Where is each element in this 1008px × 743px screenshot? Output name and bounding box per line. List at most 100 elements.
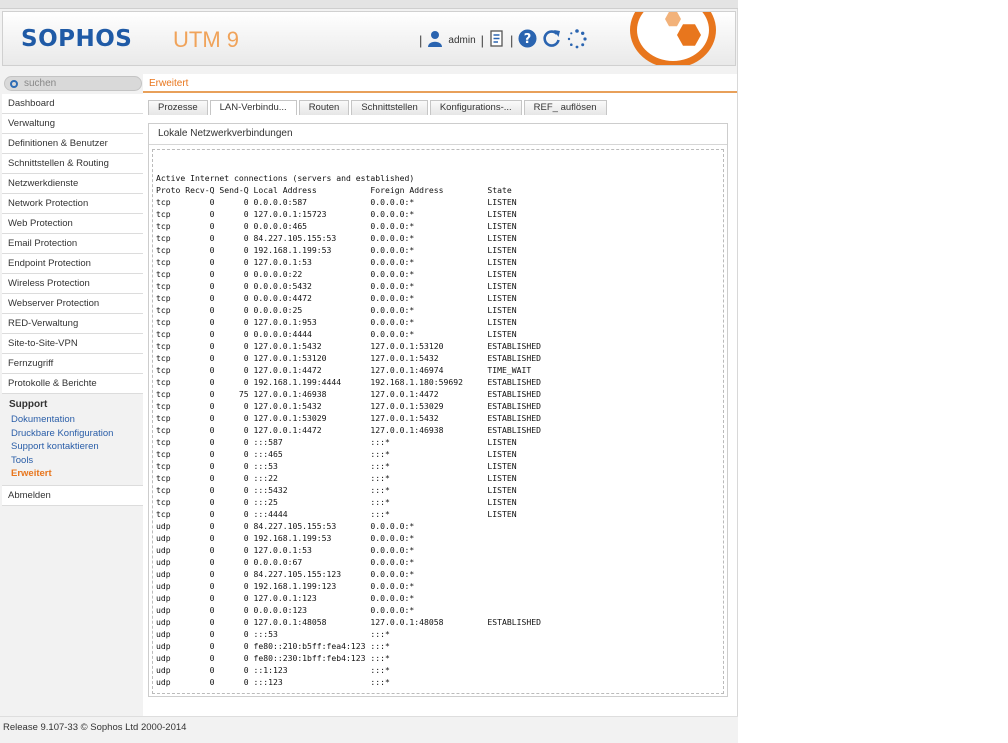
connection-row: udp 0 0 :::53 :::*	[156, 629, 390, 639]
top-strip	[0, 0, 738, 9]
connection-row: tcp 0 0 127.0.0.1:5432 127.0.0.1:53029 E…	[156, 401, 541, 411]
sidebar-subitem-dokumentation[interactable]: Dokumentation	[2, 413, 143, 427]
hexagon-icon	[677, 24, 701, 46]
sidebar-item-email-protection[interactable]: Email Protection	[2, 234, 143, 254]
sidebar: suchen Dashboard Verwaltung Definitionen…	[2, 74, 143, 708]
connection-row: udp 0 0 fe80::230:1bff:feb4:123 :::*	[156, 653, 390, 663]
sidebar-subitem-druckbare-konfiguration[interactable]: Druckbare Konfiguration	[2, 427, 143, 441]
sidebar-subitem-support-kontaktieren[interactable]: Support kontaktieren	[2, 440, 143, 454]
connection-row: udp 0 0 fe80::210:b5ff:fea4:123 :::*	[156, 641, 390, 651]
sidebar-item-webserver-protection[interactable]: Webserver Protection	[2, 294, 143, 314]
sidebar-item-abmelden[interactable]: Abmelden	[2, 485, 143, 506]
connection-row: tcp 0 0 :::4444 :::* LISTEN	[156, 509, 517, 519]
header-tools: | admin | | ?	[419, 28, 588, 52]
sidebar-item-support[interactable]: Support	[2, 398, 143, 411]
connection-row: udp 0 0 127.0.0.1:48058 127.0.0.1:48058 …	[156, 617, 541, 627]
hexagon-icon	[665, 12, 681, 27]
netstat-heading: Active Internet connections (servers and…	[156, 173, 415, 183]
sidebar-item-endpoint-protection[interactable]: Endpoint Protection	[2, 254, 143, 274]
connection-row: tcp 0 0 127.0.0.1:4472 127.0.0.1:46938 E…	[156, 425, 541, 435]
connection-row: tcp 0 0 :::587 :::* LISTEN	[156, 437, 517, 447]
username-label[interactable]: admin	[448, 35, 475, 46]
sidebar-item-protokolle[interactable]: Protokolle & Berichte	[2, 374, 143, 394]
tab-bar: Prozesse LAN-Verbindu... Routen Schnitts…	[148, 100, 607, 115]
sidebar-item-definitionen[interactable]: Definitionen & Benutzer	[2, 134, 143, 154]
connection-row: tcp 0 0 127.0.0.1:15723 0.0.0.0:* LISTEN	[156, 209, 517, 219]
tab-konfigurationsdateien[interactable]: Konfigurations-...	[429, 100, 522, 115]
panel-title: Lokale Netzwerkverbindungen	[149, 124, 727, 145]
connection-row: tcp 0 0 0.0.0.0:4472 0.0.0.0:* LISTEN	[156, 293, 517, 303]
sidebar-item-network-protection[interactable]: Network Protection	[2, 194, 143, 214]
sidebar-subitem-erweitert[interactable]: Erweitert	[2, 467, 143, 481]
connection-row: tcp 0 0 :::25 :::* LISTEN	[156, 497, 517, 507]
netstat-output: Active Internet connections (servers and…	[152, 149, 724, 694]
sidebar-item-wireless-protection[interactable]: Wireless Protection	[2, 274, 143, 294]
search-input[interactable]: suchen	[4, 76, 142, 91]
connection-row: udp 0 0 0.0.0.0:67 0.0.0.0:*	[156, 557, 415, 567]
sidebar-subitem-tools[interactable]: Tools	[2, 454, 143, 468]
connections-panel: Lokale Netzwerkverbindungen Active Inter…	[148, 123, 728, 697]
search-icon	[10, 79, 18, 88]
connection-row: udp 0 0 :::123 :::*	[156, 677, 390, 687]
app-window: SOPHOS UTM 9 | admin | | ? suchen Dashbo…	[0, 0, 738, 743]
sidebar-item-site-to-site-vpn[interactable]: Site-to-Site-VPN	[2, 334, 143, 354]
netstat-columns: Proto Recv-Q Send-Q Local Address Foreig…	[156, 185, 512, 195]
product-name: UTM 9	[173, 27, 239, 52]
reload-icon[interactable]	[542, 29, 562, 51]
connection-row: tcp 0 0 :::22 :::* LISTEN	[156, 473, 517, 483]
sidebar-nav: Dashboard Verwaltung Definitionen & Benu…	[2, 94, 143, 506]
tab-ref-aufloesen[interactable]: REF_ auflösen	[523, 100, 607, 115]
sidebar-item-web-protection[interactable]: Web Protection	[2, 214, 143, 234]
spinner-icon[interactable]	[567, 28, 588, 52]
sophos-logo[interactable]: SOPHOS	[21, 26, 132, 52]
connection-row: udp 0 0 84.227.105.155:53 0.0.0.0:*	[156, 521, 415, 531]
sidebar-group-support: Support Dokumentation Druckbare Konfigur…	[2, 394, 143, 486]
user-icon[interactable]	[427, 30, 443, 50]
connection-row: udp 0 0 127.0.0.1:123 0.0.0.0:*	[156, 593, 415, 603]
help-icon[interactable]: ?	[518, 29, 537, 51]
tab-schnittstellen[interactable]: Schnittstellen	[351, 100, 428, 115]
connection-row: tcp 0 0 192.168.1.199:4444 192.168.1.180…	[156, 377, 541, 387]
main-content: Erweitert Prozesse LAN-Verbindu... Route…	[143, 74, 737, 716]
connection-row: tcp 0 0 84.227.105.155:53 0.0.0.0:* LIST…	[156, 233, 517, 243]
tab-routen[interactable]: Routen	[298, 100, 350, 115]
connection-row: tcp 0 0 192.168.1.199:53 0.0.0.0:* LISTE…	[156, 245, 517, 255]
netstat-lines: tcp 0 0 0.0.0.0:587 0.0.0.0:* LISTEN tcp …	[156, 196, 723, 688]
sidebar-item-schnittstellen[interactable]: Schnittstellen & Routing	[2, 154, 143, 174]
separator: |	[480, 32, 485, 48]
header-bar: SOPHOS UTM 9 | admin | | ?	[2, 11, 736, 66]
connection-row: tcp 0 0 0.0.0.0:587 0.0.0.0:* LISTEN	[156, 197, 517, 207]
connection-row: tcp 0 0 127.0.0.1:53 0.0.0.0:* LISTEN	[156, 257, 517, 267]
connection-row: tcp 0 0 127.0.0.1:53120 127.0.0.1:5432 E…	[156, 353, 541, 363]
sophos-ring-logo	[630, 12, 716, 65]
connection-row: tcp 0 0 0.0.0.0:465 0.0.0.0:* LISTEN	[156, 221, 517, 231]
footer: Release 9.107-33 © Sophos Ltd 2000-2014	[0, 716, 738, 743]
separator: |	[419, 32, 423, 48]
notes-icon[interactable]	[489, 30, 505, 50]
connection-row: udp 0 0 ::1:123 :::*	[156, 665, 390, 675]
tab-prozesse[interactable]: Prozesse	[148, 100, 208, 115]
connection-row: tcp 0 75 127.0.0.1:46938 127.0.0.1:4472 …	[156, 389, 541, 399]
sidebar-item-fernzugriff[interactable]: Fernzugriff	[2, 354, 143, 374]
connection-row: tcp 0 0 127.0.0.1:5432 127.0.0.1:53120 E…	[156, 341, 541, 351]
connection-row: tcp 0 0 :::465 :::* LISTEN	[156, 449, 517, 459]
svg-text:?: ?	[524, 32, 532, 47]
connection-row: udp 0 0 192.168.1.199:53 0.0.0.0:*	[156, 533, 415, 543]
sidebar-item-netzwerkdienste[interactable]: Netzwerkdienste	[2, 174, 143, 194]
connection-row: tcp 0 0 127.0.0.1:53029 127.0.0.1:5432 E…	[156, 413, 541, 423]
connection-row: tcp 0 0 :::53 :::* LISTEN	[156, 461, 517, 471]
search-placeholder: suchen	[24, 78, 57, 89]
connection-row: udp 0 0 127.0.0.1:53 0.0.0.0:*	[156, 545, 415, 555]
connection-row: udp 0 0 192.168.1.199:123 0.0.0.0:*	[156, 581, 415, 591]
connection-row: tcp 0 0 127.0.0.1:4472 127.0.0.1:46974 T…	[156, 365, 532, 375]
connection-row: udp 0 0 0.0.0.0:123 0.0.0.0:*	[156, 605, 415, 615]
sidebar-item-red-verwaltung[interactable]: RED-Verwaltung	[2, 314, 143, 334]
connection-row: tcp 0 0 0.0.0.0:25 0.0.0.0:* LISTEN	[156, 305, 517, 315]
separator: |	[510, 32, 514, 48]
connection-row: tcp 0 0 0.0.0.0:4444 0.0.0.0:* LISTEN	[156, 329, 517, 339]
breadcrumb: Erweitert	[143, 74, 737, 93]
sidebar-item-verwaltung[interactable]: Verwaltung	[2, 114, 143, 134]
connection-row: tcp 0 0 0.0.0.0:22 0.0.0.0:* LISTEN	[156, 269, 517, 279]
sidebar-item-dashboard[interactable]: Dashboard	[2, 94, 143, 114]
tab-lan-verbindungen[interactable]: LAN-Verbindu...	[209, 100, 297, 115]
